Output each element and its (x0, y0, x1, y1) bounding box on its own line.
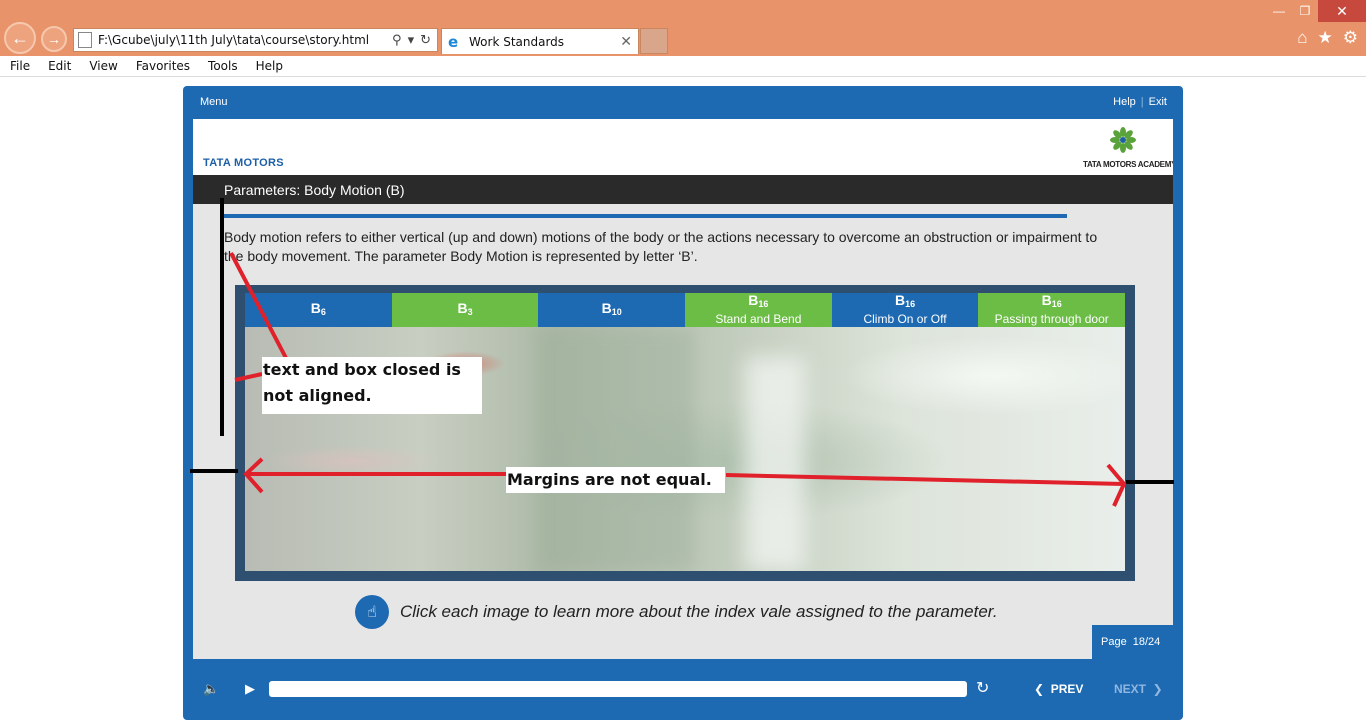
close-tab-icon[interactable]: ✕ (620, 34, 638, 50)
search-icon[interactable]: ⚲ (392, 33, 402, 48)
menu-favorites[interactable]: Favorites (127, 59, 199, 73)
tab-b16-climb-on-or-off[interactable]: B16 Climb On or Off (831, 292, 979, 327)
gear-icon[interactable]: ⚙ (1343, 28, 1358, 48)
refresh-icon[interactable]: ↻ (420, 33, 431, 48)
menu-edit[interactable]: Edit (39, 59, 80, 73)
browser-menu-bar: File Edit View Favorites Tools Help (0, 56, 1366, 77)
home-icon[interactable]: ⌂ (1297, 28, 1307, 48)
tab-title: Work Standards (469, 34, 565, 49)
tata-motors-logo: TATA MOTORS (203, 157, 284, 169)
academy-name: TATA MOTORS ACADEMY (1083, 160, 1173, 169)
tab-code: B16 (748, 292, 769, 310)
tab-b3[interactable]: B3 (391, 293, 539, 327)
dropdown-icon[interactable]: ▾ (408, 33, 415, 48)
annotation-note-alignment: text and box closed is not aligned. (262, 357, 482, 414)
separator: | (1140, 96, 1144, 108)
page-number: 18/24 (1132, 636, 1161, 648)
tab-code: B10 (601, 299, 622, 317)
academy-flower-icon (1110, 127, 1136, 153)
slide-title: Parameters: Body Motion (B) (224, 181, 405, 198)
forward-button[interactable]: → (41, 26, 67, 52)
tab-code: B3 (457, 299, 473, 317)
hint-text: Click each image to learn more about the… (400, 602, 998, 621)
menu-tools[interactable]: Tools (199, 59, 247, 73)
tab-b16-passing-through-door[interactable]: B16 Passing through door (978, 292, 1126, 327)
slide-title-bar: Parameters: Body Motion (B) (193, 175, 1173, 204)
menu-help[interactable]: Help (247, 59, 292, 73)
hand-pointer-icon: ☝ (355, 595, 389, 629)
favorites-star-icon[interactable]: ★ (1318, 28, 1333, 48)
play-icon[interactable]: ▶ (245, 681, 255, 697)
back-button[interactable]: ← (4, 22, 36, 54)
slide-body-text: Body motion refers to either vertical (u… (224, 229, 1098, 264)
player-exit-link[interactable]: Exit (1149, 96, 1167, 108)
page-label: Page (1101, 636, 1127, 648)
annotation-note-margins: Margins are not equal. (506, 467, 725, 493)
address-text[interactable]: F:\Gcube\july\11th July\tata\course\stor… (98, 33, 392, 47)
tab-b10[interactable]: B10 (538, 293, 686, 327)
minimize-button[interactable]: — (1266, 0, 1292, 22)
menu-file[interactable]: File (0, 59, 39, 73)
page-indicator: Page 18/24 (1092, 625, 1173, 659)
browser-title-bar: ← → F:\Gcube\july\11th July\tata\course\… (0, 0, 1366, 56)
address-bar[interactable]: F:\Gcube\july\11th July\tata\course\stor… (73, 28, 438, 52)
tab-b6[interactable]: B6 (245, 293, 392, 327)
player-menu-button[interactable]: Menu (200, 96, 228, 108)
divider (224, 214, 1067, 218)
new-tab-button[interactable] (640, 28, 668, 54)
restore-button[interactable]: ❐ (1292, 0, 1318, 22)
close-window-button[interactable]: ✕ (1318, 0, 1366, 22)
image-frame: B6 B3 B10 B16 Stand and Bend B16 Climb O… (235, 285, 1135, 581)
browser-tab[interactable]: e Work Standards ✕ (441, 28, 639, 54)
hint-row: ☝ Click each image to learn more about t… (355, 595, 998, 629)
arrow-left-icon: ← (11, 27, 29, 48)
tab-b16-stand-and-bend[interactable]: B16 Stand and Bend (685, 293, 832, 327)
arrow-right-icon: → (47, 31, 61, 47)
page-icon (78, 32, 92, 48)
tab-label: Stand and Bend (715, 312, 802, 326)
tab-code: B6 (310, 299, 326, 317)
player-help-link[interactable]: Help (1113, 96, 1136, 108)
progress-bar[interactable] (269, 681, 967, 697)
replay-icon[interactable]: ↻ (976, 678, 989, 698)
volume-icon[interactable]: 🔈 (203, 681, 219, 697)
ie-icon: e (448, 32, 459, 51)
prev-button[interactable]: ❮ PREV (1034, 682, 1083, 696)
player-controls: 🔈 ▶ ↻ ❮ PREV NEXT ❯ (183, 676, 1183, 704)
parameter-tabs: B6 B3 B10 B16 Stand and Bend B16 Climb O… (245, 292, 1126, 327)
menu-view[interactable]: View (80, 59, 126, 73)
tab-code: B16 (894, 292, 916, 310)
tab-code: B16 (1041, 292, 1062, 310)
tab-label: Climb On or Off (863, 312, 947, 326)
brand-band (193, 119, 1173, 175)
academy-logo: TATA MOTORS ACADEMY (1083, 127, 1173, 169)
next-button[interactable]: NEXT ❯ (1114, 682, 1163, 696)
tab-label: Passing through door (994, 312, 1109, 326)
